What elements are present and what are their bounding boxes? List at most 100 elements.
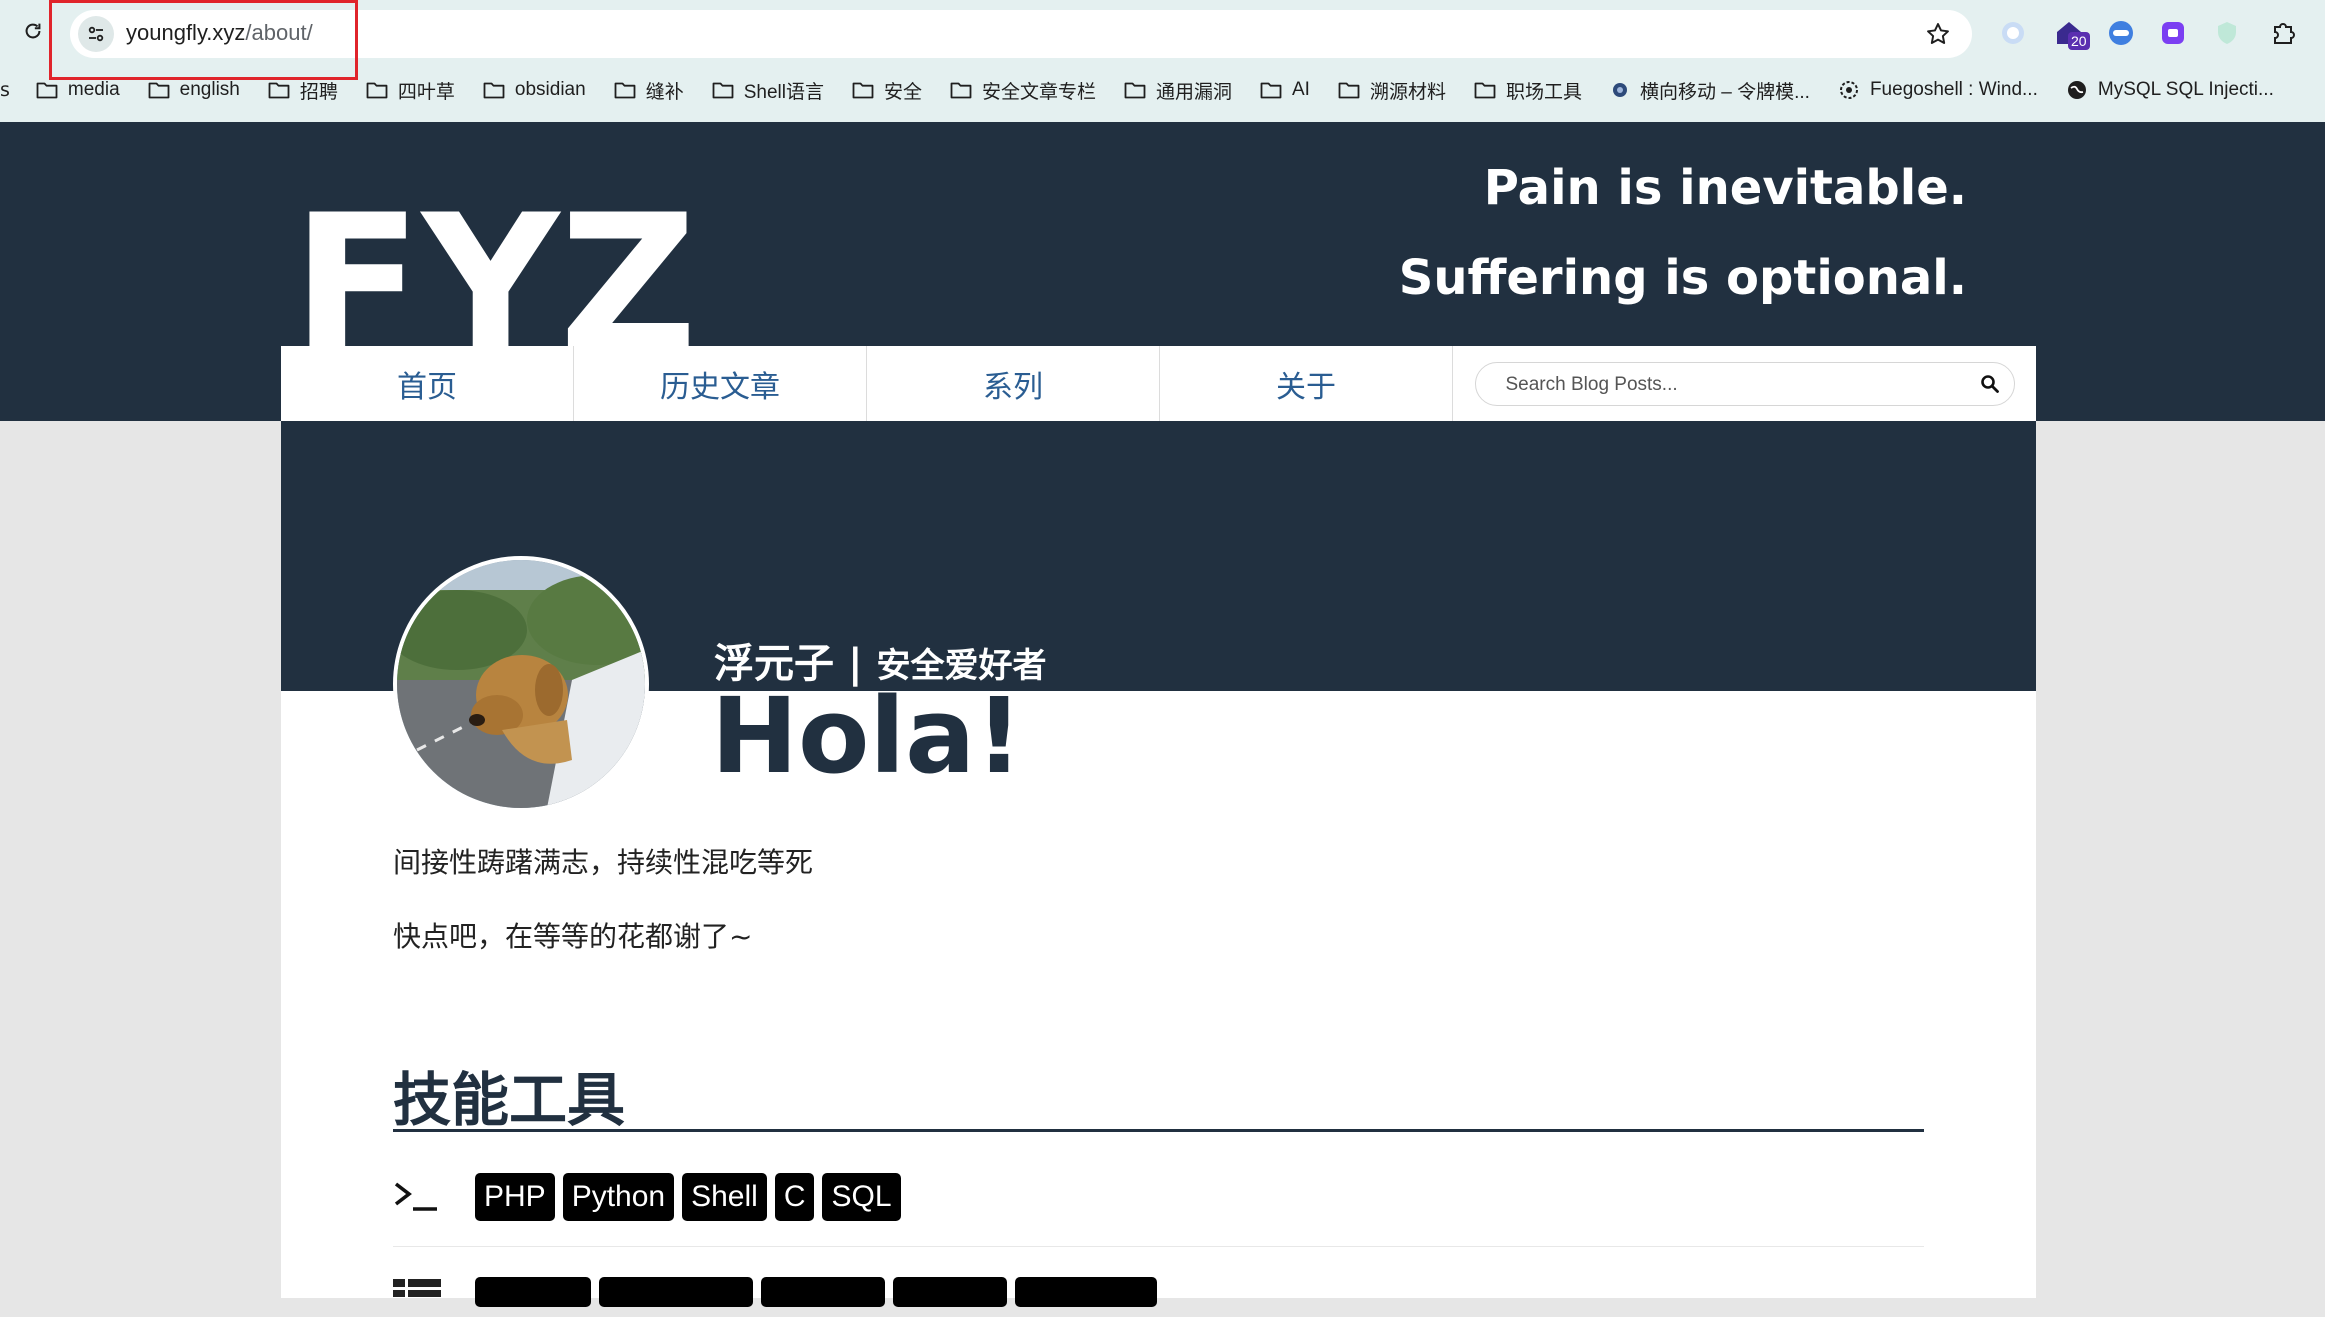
tag-shell[interactable]: Shell	[682, 1173, 767, 1221]
bookmark-label: 横向移动 – 令牌模...	[1639, 81, 1810, 103]
folder-icon	[366, 81, 398, 99]
nav-home[interactable]: 首页	[281, 346, 574, 421]
bookmark-item[interactable]: 四叶草	[366, 77, 455, 104]
greeting-title: Hola!	[711, 675, 1023, 797]
extension-button-3[interactable]	[2104, 16, 2138, 50]
shield-extension-icon	[2218, 22, 2236, 44]
folder-icon	[712, 81, 744, 99]
bookmark-label: obsidian	[514, 79, 586, 100]
search-area	[1453, 346, 2036, 421]
list-icon	[393, 1277, 463, 1297]
framework-tags	[475, 1277, 1165, 1307]
bookmark-item[interactable]: obsidian	[483, 79, 586, 101]
tag-c[interactable]: C	[774, 1173, 815, 1221]
bookmark-item[interactable]: MySQL SQL Injecti...	[2066, 79, 2274, 101]
logo-text: FYZ	[292, 190, 697, 350]
bookmark-item[interactable]: 安全文章专栏	[950, 77, 1096, 104]
skills-row-frameworks	[393, 1277, 1924, 1317]
extension-button-2[interactable]: 20	[2052, 16, 2090, 50]
bookmark-item[interactable]: media	[36, 79, 120, 101]
site-logo[interactable]: FYZ	[292, 190, 702, 350]
bookmark-item[interactable]: 招聘	[268, 77, 338, 104]
about-line-1: 间接性踌躇满志，持续性混吃等死	[393, 846, 814, 879]
site-header: FYZ Pain is inevitable. Suffering is opt…	[0, 122, 2325, 421]
nav-archive[interactable]: 历史文章	[574, 346, 867, 421]
browser-chrome: youngfly.xyz/about/ 20 s media english 招…	[0, 0, 2325, 122]
gear-site-icon	[1838, 79, 1870, 101]
globe-icon	[2066, 79, 2098, 101]
reload-button[interactable]	[16, 14, 50, 48]
bookmark-item[interactable]: AI	[1260, 79, 1310, 101]
bookmark-label: MySQL SQL Injecti...	[2097, 79, 2274, 100]
tag-cut-3[interactable]	[761, 1277, 885, 1307]
extension-button-4[interactable]	[2156, 16, 2190, 50]
bookmarks-bar: s media english 招聘 四叶草 obsidian 缝补 Shell语言 安全 安全…	[0, 68, 2325, 112]
tag-php[interactable]: PHP	[475, 1173, 555, 1221]
reload-icon	[25, 23, 41, 39]
folder-icon	[950, 81, 982, 99]
bookmark-label: AI	[1292, 79, 1310, 100]
search-box	[1474, 361, 2015, 406]
extension-button-5[interactable]	[2210, 16, 2244, 50]
tag-cut-2[interactable]	[599, 1277, 753, 1307]
folder-icon	[36, 81, 68, 99]
tagline-2: Suffering is optional.	[1398, 250, 1967, 306]
folder-icon	[1338, 81, 1370, 99]
circle-extension-icon	[2002, 22, 2024, 44]
folder-icon	[268, 81, 300, 99]
bookmark-label: 安全	[883, 81, 922, 103]
bookmark-label: english	[179, 79, 240, 100]
folder-icon	[1124, 81, 1156, 99]
bookmark-cut-item[interactable]: s	[0, 79, 10, 101]
tag-python[interactable]: Python	[562, 1173, 675, 1221]
folder-icon	[1260, 81, 1292, 99]
tag-sql[interactable]: SQL	[822, 1173, 901, 1221]
extension-button-1[interactable]	[1996, 16, 2030, 50]
bookmark-item[interactable]: Shell语言	[712, 77, 824, 104]
nav-about[interactable]: 关于	[1160, 346, 1453, 421]
star-icon	[1927, 23, 1949, 44]
folder-icon	[852, 81, 884, 99]
bookmark-item[interactable]: 安全	[852, 77, 922, 104]
nav-series[interactable]: 系列	[867, 346, 1160, 421]
extensions-menu-button[interactable]	[2266, 16, 2300, 50]
tagline-1: Pain is inevitable.	[1483, 160, 1967, 216]
avatar	[393, 556, 649, 812]
web-page: FYZ Pain is inevitable. Suffering is opt…	[0, 122, 2325, 1307]
bookmark-item[interactable]: 溯源材料	[1338, 77, 1446, 104]
terminal-icon	[393, 1169, 463, 1225]
bookmark-item[interactable]: 职场工具	[1474, 77, 1582, 104]
skills-divider	[393, 1129, 1924, 1132]
bookmark-item[interactable]: english	[148, 79, 240, 101]
skills-heading: 技能工具	[393, 1066, 626, 1134]
tag-cut-5[interactable]	[1015, 1277, 1157, 1307]
bookmark-label: 安全文章专栏	[981, 81, 1096, 103]
search-button[interactable]	[1978, 372, 2002, 396]
bookmark-label: 缝补	[645, 81, 684, 103]
folder-icon	[1474, 81, 1506, 99]
bookmark-item[interactable]: Fuegoshell : Wind...	[1838, 79, 2038, 101]
skills-row-divider	[393, 1246, 1924, 1247]
bookmark-item[interactable]: 通用漏洞	[1124, 77, 1232, 104]
site-icon	[1610, 80, 1640, 100]
bookmark-star-button[interactable]	[1922, 18, 1954, 50]
puzzle-icon	[2274, 23, 2295, 44]
bookmark-label: 溯源材料	[1369, 81, 1446, 103]
extension-badge: 20	[2068, 32, 2090, 50]
tag-cut-1[interactable]	[475, 1277, 591, 1307]
search-icon	[1980, 374, 1999, 393]
folder-icon	[148, 81, 180, 99]
folder-icon	[483, 81, 515, 99]
bookmark-label: 招聘	[299, 81, 338, 103]
bookmark-label: media	[67, 79, 120, 100]
bookmark-item[interactable]: 横向移动 – 令牌模...	[1610, 77, 1810, 104]
about-content: 浮元子 | 安全爱好者 Hola! 间接性踌躇满志，持续性混吃等死 快点吧，在等…	[281, 421, 2036, 1307]
main-nav: 首页 历史文章 系列 关于	[281, 346, 2036, 421]
bookmark-label: 四叶草	[397, 81, 455, 103]
tag-cut-4[interactable]	[893, 1277, 1007, 1307]
bookmark-item[interactable]: 缝补	[614, 77, 684, 104]
about-line-2: 快点吧，在等等的花都谢了~	[393, 920, 753, 953]
search-input[interactable]	[1503, 368, 1958, 401]
folder-icon	[614, 81, 646, 99]
avatar-dog-photo	[397, 560, 645, 808]
